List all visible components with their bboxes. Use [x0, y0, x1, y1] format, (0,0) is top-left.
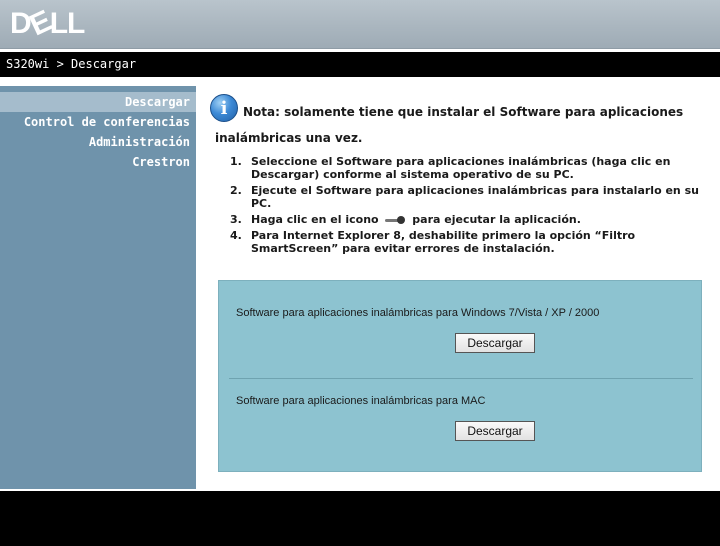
list-item: 4. Para Internet Explorer 8, deshabilite…	[230, 229, 636, 255]
list-item: 1. Seleccione el Software para aplicacio…	[230, 155, 671, 181]
sidebar: Descargar Control de conferencias Admini…	[0, 86, 196, 489]
sidebar-item-administracion[interactable]: Administración	[0, 132, 196, 152]
download-label-mac: Software para aplicaciones inalámbricas …	[236, 395, 486, 407]
toggle-icon	[385, 216, 406, 224]
sidebar-item-descargar[interactable]: Descargar	[0, 92, 196, 112]
note-text-line2: inalámbricas una vez.	[215, 131, 363, 145]
footer-bar	[0, 491, 720, 546]
download-windows-button[interactable]: Descargar	[455, 333, 535, 353]
instruction-list: 1. Seleccione el Software para aplicacio…	[230, 155, 710, 258]
list-item: 3. Haga clic en el icono para ejecutar l…	[230, 213, 581, 226]
dell-logo: DELL	[10, 4, 85, 43]
header-bar: DELL	[0, 0, 720, 49]
list-item: 2. Ejecute el Software para aplicaciones…	[230, 184, 699, 210]
breadcrumb: S320wi > Descargar	[0, 52, 720, 77]
download-mac-button[interactable]: Descargar	[455, 421, 535, 441]
info-icon: i	[210, 94, 238, 122]
download-label-windows: Software para aplicaciones inalámbricas …	[236, 307, 600, 319]
main-content: i Nota: solamente tiene que instalar el …	[196, 86, 720, 489]
divider	[229, 378, 693, 379]
sidebar-item-crestron[interactable]: Crestron	[0, 152, 196, 172]
download-panel: Software para aplicaciones inalámbricas …	[218, 280, 702, 472]
note-text-line1: Nota: solamente tiene que instalar el So…	[243, 105, 684, 119]
sidebar-item-control-de-conferencias[interactable]: Control de conferencias	[0, 112, 196, 132]
